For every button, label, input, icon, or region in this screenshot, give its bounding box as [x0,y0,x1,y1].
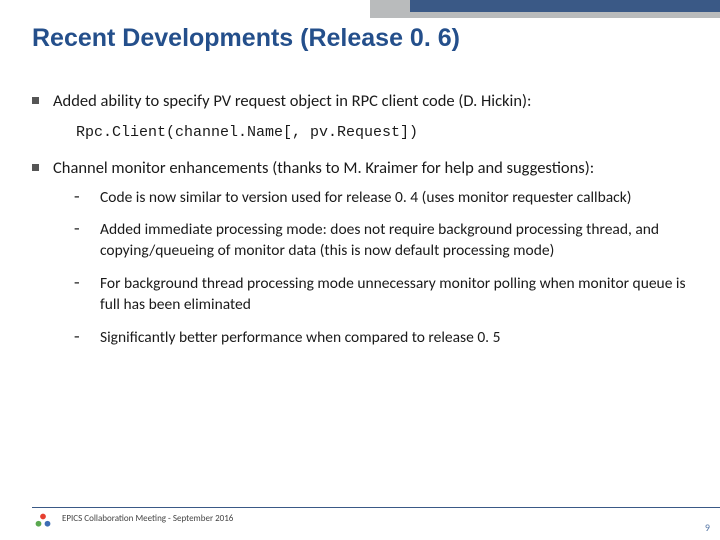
header-blue-bar [410,0,720,12]
footer-text: EPICS Collaboration Meeting - September … [62,513,233,524]
square-bullet-icon [32,97,39,104]
sub-item: - Added immediate processing mode: does … [72,220,688,262]
sub-item-text: Added immediate processing mode: does no… [100,220,688,262]
content-area: Added ability to specify PV request obje… [32,90,688,361]
bullet-2-text: Channel monitor enhancements (thanks to … [53,157,594,179]
footer-divider [32,507,720,509]
page-title: Recent Developments (Release 0. 6) [32,24,460,53]
bullet-1-text: Added ability to specify PV request obje… [53,90,531,112]
sub-item: - For background thread processing mode … [72,274,688,316]
dash-icon: - [72,328,90,347]
code-snippet: Rpc.Client(channel.Name[, pv.Request]) [76,124,688,141]
dash-icon: - [72,188,90,207]
square-bullet-icon [32,164,39,171]
sub-item: - Code is now similar to version used fo… [72,188,688,209]
sub-item-text: Significantly better performance when co… [100,328,500,349]
page-number: 9 [705,521,710,534]
sub-item-text: For background thread processing mode un… [100,274,688,316]
bullet-2: Channel monitor enhancements (thanks to … [32,157,688,349]
sub-item: - Significantly better performance when … [72,328,688,349]
sub-list: - Code is now similar to version used fo… [72,188,688,350]
bullet-1: Added ability to specify PV request obje… [32,90,688,141]
dash-icon: - [72,220,90,239]
sub-item-text: Code is now similar to version used for … [100,188,631,209]
dash-icon: - [72,274,90,293]
logo-icon [34,512,52,530]
